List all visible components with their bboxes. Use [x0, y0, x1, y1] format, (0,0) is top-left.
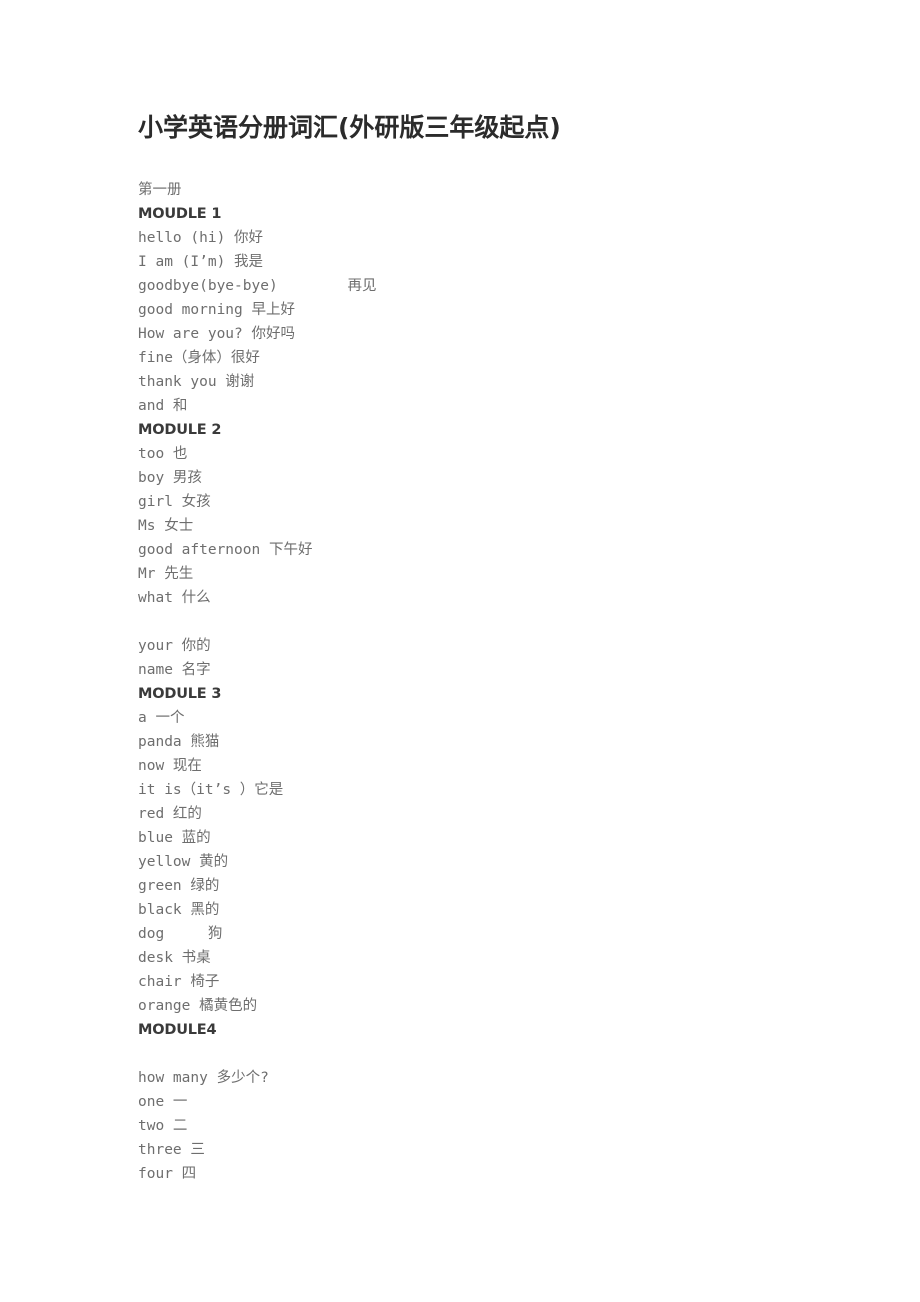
vocabulary-entry: red 红的 [138, 806, 202, 822]
vocabulary-entry: Ms 女士 [138, 518, 194, 534]
vocabulary-entry: girl 女孩 [138, 494, 211, 510]
vocabulary-entry: desk 书桌 [138, 950, 211, 966]
vocabulary-entry: Mr 先生 [138, 566, 194, 582]
vocabulary-entry: green 绿的 [138, 878, 220, 894]
module-heading: MODULE 3 [138, 686, 222, 702]
module-heading: MODULE 2 [138, 422, 222, 438]
vocabulary-entry: and 和 [138, 398, 188, 414]
vocabulary-entry: two 二 [138, 1118, 188, 1134]
vocabulary-entry: thank you 谢谢 [138, 374, 255, 390]
vocabulary-entry: now 现在 [138, 758, 202, 774]
vocabulary-entry: 第一册 [138, 182, 182, 198]
vocabulary-entry: a 一个 [138, 710, 185, 726]
vocabulary-entry: good afternoon 下午好 [138, 542, 313, 558]
module-heading: MOUDLE 1 [138, 206, 222, 222]
vocabulary-entry: orange 橘黄色的 [138, 998, 258, 1014]
vocabulary-entry: your 你的 [138, 638, 211, 654]
vocabulary-entry: black 黑的 [138, 902, 220, 918]
vocabulary-entry: it is（it’s ）它是 [138, 782, 284, 798]
module-heading: MODULE4 [138, 1022, 217, 1038]
vocabulary-entry: fine（身体）很好 [138, 350, 260, 366]
vocabulary-entry: goodbye(bye-bye) 再见 [138, 278, 377, 294]
vocabulary-entry: what 什么 [138, 590, 211, 606]
vocabulary-entry: How are you? 你好吗 [138, 326, 295, 342]
vocabulary-entry: dog 狗 [138, 926, 223, 942]
vocabulary-entry: yellow 黄的 [138, 854, 229, 870]
vocabulary-entry: chair 椅子 [138, 974, 220, 990]
vocabulary-entry: boy 男孩 [138, 470, 202, 486]
page-title: 小学英语分册词汇(外研版三年级起点) [138, 113, 561, 142]
document-body: 小学英语分册词汇(外研版三年级起点) 第一册 MOUDLE 1 hello (hi)… [138, 112, 838, 1186]
vocabulary-entry: I am (I’m) 我是 [138, 254, 264, 270]
vocabulary-entry: four 四 [138, 1166, 197, 1182]
vocabulary-entry: name 名字 [138, 662, 211, 678]
vocabulary-entry: blue 蓝的 [138, 830, 211, 846]
vocabulary-entry: hello (hi) 你好 [138, 230, 264, 246]
vocabulary-entry: too 也 [138, 446, 188, 462]
vocabulary-entry: good morning 早上好 [138, 302, 295, 318]
document-page: 小学英语分册词汇(外研版三年级起点) 第一册 MOUDLE 1 hello (hi)… [0, 0, 920, 1302]
vocabulary-list: 第一册 MOUDLE 1 hello (hi) 你好 I am (I’m) 我是 goo… [138, 178, 838, 1186]
vocabulary-entry: three 三 [138, 1142, 205, 1158]
vocabulary-entry: one 一 [138, 1094, 188, 1110]
vocabulary-entry: panda 熊猫 [138, 734, 220, 750]
vocabulary-entry: how many 多少个? [138, 1070, 269, 1086]
